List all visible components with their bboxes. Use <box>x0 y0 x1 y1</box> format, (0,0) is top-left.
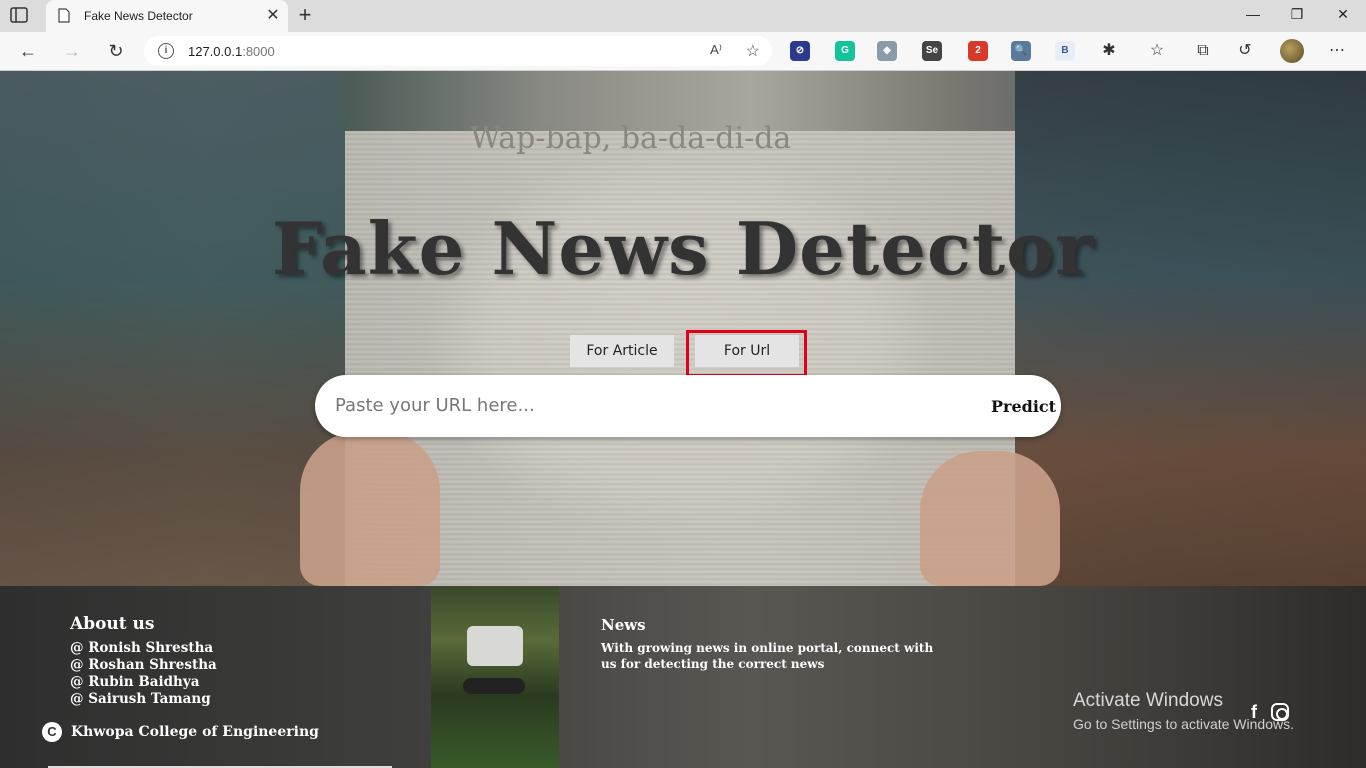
tab-actions-icon[interactable] <box>10 7 30 25</box>
extensions-icon[interactable]: ✱ <box>1098 40 1120 62</box>
copyright-icon: C <box>42 722 62 742</box>
collections-icon[interactable]: ⧉ <box>1192 40 1214 62</box>
page-title: Fake News Detector <box>271 206 1095 291</box>
url-text[interactable]: 127.0.0.1:8000 <box>188 44 275 59</box>
about-title: About us <box>70 614 155 634</box>
van-image <box>467 626 523 666</box>
url-input[interactable]: Paste your URL here... <box>335 395 535 416</box>
college-name: Khwopa College of Engineering <box>71 724 319 740</box>
maximize-button[interactable]: ❐ <box>1274 6 1320 26</box>
page-favicon-icon <box>58 8 72 24</box>
more-menu-icon[interactable]: ⋯ <box>1326 40 1348 62</box>
tab-bar: Fake News Detector ✕ + — ❐ ✕ <box>0 0 1366 32</box>
predict-button[interactable]: Predict <box>991 397 1056 416</box>
selenium-ext-icon[interactable]: Se <box>922 41 942 61</box>
url-search-box[interactable]: Paste your URL here... Predict <box>315 375 1061 437</box>
instagram-icon[interactable] <box>1271 703 1289 721</box>
url-port: :8000 <box>242 44 275 59</box>
for-article-button[interactable]: For Article <box>570 335 674 367</box>
boat-image <box>463 678 525 694</box>
member-name: @ Roshan Shrestha <box>70 657 217 673</box>
facebook-icon[interactable]: f <box>1244 702 1264 722</box>
read-aloud-icon[interactable]: A⁾ <box>710 42 722 58</box>
news-text: With growing news in online portal, conn… <box>601 641 934 671</box>
news-title: News <box>601 616 646 634</box>
shield-ext-icon[interactable]: ◈ <box>877 41 897 61</box>
back-button[interactable]: ← <box>16 40 40 64</box>
grammarly-ext-icon[interactable]: G <box>835 41 855 61</box>
footer-photo <box>431 586 559 768</box>
newspaper-image <box>345 131 1015 586</box>
bitwarden-ext-icon[interactable]: B <box>1055 41 1075 61</box>
hero-section: Wap-bap, ba-da-di-da Fake News Detector … <box>0 71 1366 586</box>
profile-avatar[interactable] <box>1280 39 1304 63</box>
selection-highlight <box>686 330 807 377</box>
translate-ext-icon[interactable]: 2 <box>968 41 988 61</box>
block-ext-icon[interactable]: ⊘ <box>790 41 810 61</box>
member-name: @ Ronish Shrestha <box>70 640 214 656</box>
minimize-button[interactable]: — <box>1230 6 1276 26</box>
address-toolbar: ← → ↻ i 127.0.0.1:8000 A⁾ ☆ ⊘ G ◈ Se 2 🔍 B ✱ ☆… <box>0 32 1366 71</box>
search-ext-icon[interactable]: 🔍 <box>1011 41 1031 61</box>
add-favorite-icon[interactable]: ☆ <box>746 41 760 61</box>
left-hand-image <box>300 431 440 586</box>
member-name: @ Rubin Baidhya <box>70 674 200 690</box>
window-close-button[interactable]: ✕ <box>1320 6 1366 26</box>
address-bar[interactable]: i 127.0.0.1:8000 A⁾ ☆ <box>144 36 772 66</box>
browser-tab[interactable]: Fake News Detector ✕ <box>46 0 288 32</box>
page-content: Wap-bap, ba-da-di-da Fake News Detector … <box>0 71 1366 768</box>
url-host: 127.0.0.1 <box>188 44 243 59</box>
reload-button[interactable]: ↻ <box>104 40 128 64</box>
right-hand-image <box>920 451 1060 586</box>
background-left <box>0 71 345 586</box>
favorites-icon[interactable]: ☆ <box>1146 40 1168 62</box>
background-right <box>1015 71 1366 586</box>
member-name: @ Sairush Tamang <box>70 691 211 707</box>
activate-windows-title: Activate Windows <box>1073 690 1223 711</box>
tab-close-icon[interactable]: ✕ <box>264 7 282 25</box>
history-icon[interactable]: ↺ <box>1234 40 1256 62</box>
forward-button[interactable]: → <box>60 40 84 64</box>
footer: About us @ Ronish Shrestha @ Roshan Shre… <box>0 586 1366 768</box>
tab-title: Fake News Detector <box>84 9 193 23</box>
newspaper-headline: Wap-bap, ba-da-di-da <box>470 121 792 156</box>
site-info-icon[interactable]: i <box>158 43 174 59</box>
new-tab-button[interactable]: + <box>294 4 316 27</box>
